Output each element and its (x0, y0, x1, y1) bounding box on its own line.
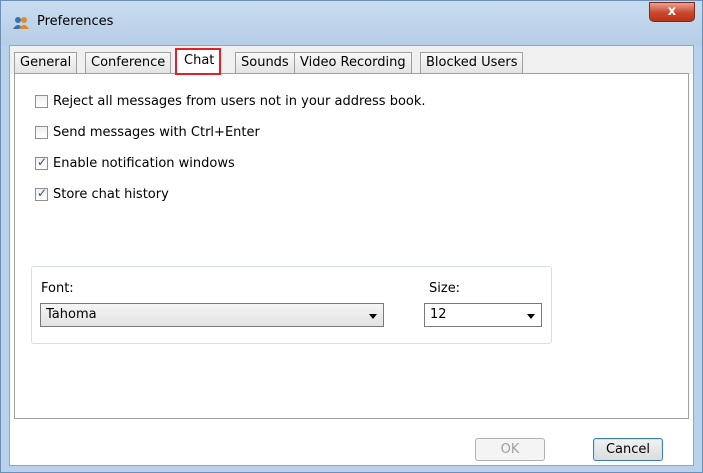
store-history-option[interactable]: Store chat history (35, 185, 169, 203)
size-select-value: 12 (430, 307, 447, 322)
reject-messages-option[interactable]: Reject all messages from users not in yo… (35, 92, 426, 110)
send-ctrl-enter-label: Send messages with Ctrl+Enter (53, 124, 260, 140)
tab-conference[interactable]: Conference (85, 52, 172, 74)
tab-chat[interactable]: Chat (175, 48, 222, 75)
chat-tab-panel: Reject all messages from users not in yo… (14, 73, 689, 419)
size-label: Size: (429, 281, 461, 296)
send-ctrl-enter-option[interactable]: Send messages with Ctrl+Enter (35, 123, 260, 141)
notification-windows-option[interactable]: Enable notification windows (35, 154, 235, 172)
font-select[interactable]: Tahoma (40, 303, 384, 327)
tab-general[interactable]: General (14, 52, 78, 74)
ok-button[interactable]: OK (475, 438, 545, 461)
size-select[interactable]: 12 (424, 303, 542, 327)
tab-blocked-users[interactable]: Blocked Users (420, 52, 524, 74)
dialog-body: General Conference Chat Sounds Video Rec… (9, 45, 694, 466)
tab-sounds[interactable]: Sounds (235, 52, 295, 74)
tab-strip: General Conference Chat Sounds Video Rec… (10, 46, 693, 75)
reject-messages-label: Reject all messages from users not in yo… (53, 93, 426, 109)
tab-video-recording[interactable]: Video Recording (294, 52, 412, 74)
preferences-window: Preferences x General Conference Chat So… (0, 0, 703, 473)
notification-windows-checkbox[interactable] (35, 155, 48, 170)
chevron-down-icon (369, 314, 377, 319)
users-icon (12, 16, 30, 30)
chevron-down-icon (527, 314, 535, 319)
reject-messages-checkbox[interactable] (35, 94, 48, 108)
font-select-value: Tahoma (46, 307, 97, 322)
font-settings-group: Font: Tahoma Size: 12 (31, 266, 552, 344)
send-ctrl-enter-checkbox[interactable] (35, 125, 48, 139)
title-bar[interactable]: Preferences x (1, 1, 702, 45)
font-label: Font: (41, 281, 74, 296)
notification-windows-label: Enable notification windows (53, 155, 235, 171)
cancel-button[interactable]: Cancel (593, 438, 663, 461)
store-history-checkbox[interactable] (35, 186, 48, 201)
close-button[interactable]: x (649, 2, 695, 22)
store-history-label: Store chat history (53, 186, 169, 202)
window-title: Preferences (37, 14, 114, 29)
